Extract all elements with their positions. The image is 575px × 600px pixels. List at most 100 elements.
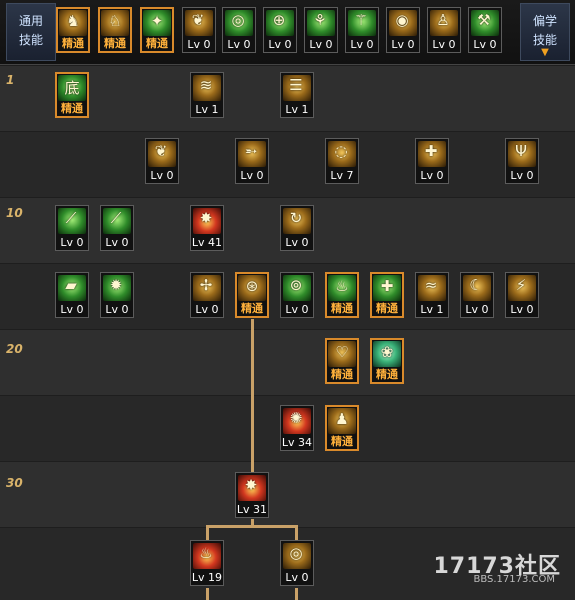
skill-slot[interactable]: ✸ Lv 31 [235,472,269,518]
skill-slot[interactable]: ✦ 精通 [140,7,174,53]
skill-icon: ☰ [289,76,303,94]
skill-icon: ⚡ [515,276,527,294]
skill-slot[interactable]: ◎ Lv 0 [280,540,314,586]
skill-slot[interactable]: ≋ Lv 1 [190,72,224,118]
skill-slot[interactable]: ♨ Lv 19 [190,540,224,586]
common-skills-button[interactable]: 通用 技能 [6,3,56,61]
skill-icon: ⚒ [477,11,491,29]
skill-slot[interactable]: ↻ Lv 0 [280,205,314,251]
skill-slot[interactable]: ◌ Lv 7 [325,138,359,184]
skill-slot[interactable]: ✚ 精通 [370,272,404,318]
skill-level-label: Lv 0 [510,303,534,316]
skill-slot[interactable]: ▰ Lv 0 [55,272,89,318]
skill-slot[interactable]: Ψ Lv 0 [505,138,539,184]
skill-slot[interactable]: ⊛ 精通 [235,272,269,318]
skill-slot[interactable]: ♞ 精通 [56,7,90,53]
skill-slot[interactable]: ⚒ Lv 0 [468,7,502,53]
skill-icon: ❦ [191,11,205,29]
skill-icon: ◌ [334,142,348,160]
common-skills-label-1: 通用 [18,14,43,28]
skill-level-label: 精通 [331,368,353,381]
tier-row-7 [0,461,575,527]
common-skills-label-2: 技能 [18,33,43,47]
skill-slot[interactable]: ♡ 精通 [325,338,359,384]
skill-icon: ⊕ [272,11,286,29]
skill-slot[interactable]: ◉ Lv 0 [386,7,420,53]
skill-slot[interactable]: ⚚ Lv 0 [345,7,379,53]
skill-slot[interactable]: ◎ Lv 0 [222,7,256,53]
level-marker: 30 [6,476,23,490]
skill-level-label: Lv 0 [105,303,129,316]
skill-slot[interactable]: ⚡ Lv 0 [505,272,539,318]
skill-slot[interactable]: ✸ Lv 41 [190,205,224,251]
tree-connector [206,588,209,600]
skill-slot[interactable]: ✢ Lv 0 [190,272,224,318]
skill-icon: ◎ [289,544,303,562]
skill-level-label: Lv 0 [350,38,374,51]
skill-slot[interactable]: ⊕ Lv 0 [263,7,297,53]
skill-slot[interactable]: ✚ Lv 0 [415,138,449,184]
skill-level-label: Lv 1 [285,103,309,116]
skill-level-label: Lv 1 [420,303,444,316]
preferred-skills-button[interactable]: 偏学 技能 ▼ [520,3,570,61]
skill-slot[interactable]: ≈ Lv 1 [415,272,449,318]
skill-icon: ♡ [335,343,349,361]
tree-connector [206,525,298,528]
tree-connector [295,588,298,600]
site-watermark-url: BBS.17173.COM [473,574,555,585]
skill-slot[interactable]: ☰ Lv 1 [280,72,314,118]
skill-slot[interactable]: ❀ 精通 [370,338,404,384]
skill-slot[interactable]: ✹ Lv 0 [100,272,134,318]
skill-icon: ⚚ [354,11,368,29]
skill-slot[interactable]: ✺ Lv 34 [280,405,314,451]
skill-slot[interactable]: ⟋ Lv 0 [55,205,89,251]
skill-slot[interactable]: ♟ 精通 [325,405,359,451]
skill-icon: ♞ [66,12,80,30]
dropdown-arrow-icon: ▼ [541,47,549,58]
skill-level-label: Lv 0 [391,38,415,51]
skill-level-label: Lv 0 [309,38,333,51]
skill-icon: ✸ [199,209,213,227]
skill-icon: Ψ [515,142,527,160]
skill-icon: ⊛ [245,277,259,295]
skill-slot[interactable]: ☾ Lv 0 [460,272,494,318]
skill-icon: ⊚ [289,276,303,294]
skill-level-label: 精通 [331,435,353,448]
skill-slot[interactable]: ❦ Lv 0 [145,138,179,184]
tree-connector [251,319,254,472]
skill-level-label: Lv 0 [240,169,264,182]
skill-slot[interactable]: ⚘ Lv 0 [304,7,338,53]
skill-slot[interactable]: ♨ 精通 [325,272,359,318]
skill-level-label: Lv 0 [285,303,309,316]
skill-slot[interactable]: 底精通 [55,72,89,118]
skill-slot[interactable]: ⟋ Lv 0 [100,205,134,251]
skill-icon: ✦ [150,12,164,30]
skill-icon: ✢ [199,276,213,294]
skill-level-label: Lv 0 [60,236,84,249]
skill-icon: ≋ [199,76,213,94]
skill-slot[interactable]: ♙ Lv 0 [427,7,461,53]
level-marker: 10 [6,206,23,220]
skill-slot[interactable]: ⊚ Lv 0 [280,272,314,318]
skill-slot[interactable]: ❦ Lv 0 [182,7,216,53]
skill-icon: ♘ [108,12,122,30]
skill-icon: ♨ [199,544,213,562]
tier-row-5 [0,329,575,395]
skill-slot[interactable]: ♘ 精通 [98,7,132,53]
skill-icon: 底 [64,79,80,97]
skill-level-label: 精通 [331,302,353,315]
skill-icon: ✸ [244,476,258,494]
skill-icon: ⚘ [313,11,327,29]
skill-level-label: 精通 [104,37,126,50]
skill-icon: ♨ [335,277,349,295]
skill-slot[interactable]: ➵ Lv 0 [235,138,269,184]
skill-icon: ♙ [436,11,450,29]
skill-level-label: Lv 0 [465,303,489,316]
skill-level-label: Lv 0 [227,38,251,51]
skill-level-label: Lv 0 [195,303,219,316]
skill-icon: ↻ [289,209,303,227]
level-marker: 20 [6,342,23,356]
skill-level-label: Lv 0 [285,571,309,584]
skill-level-label: Lv 31 [236,503,268,516]
skill-icon: ▰ [65,276,77,294]
